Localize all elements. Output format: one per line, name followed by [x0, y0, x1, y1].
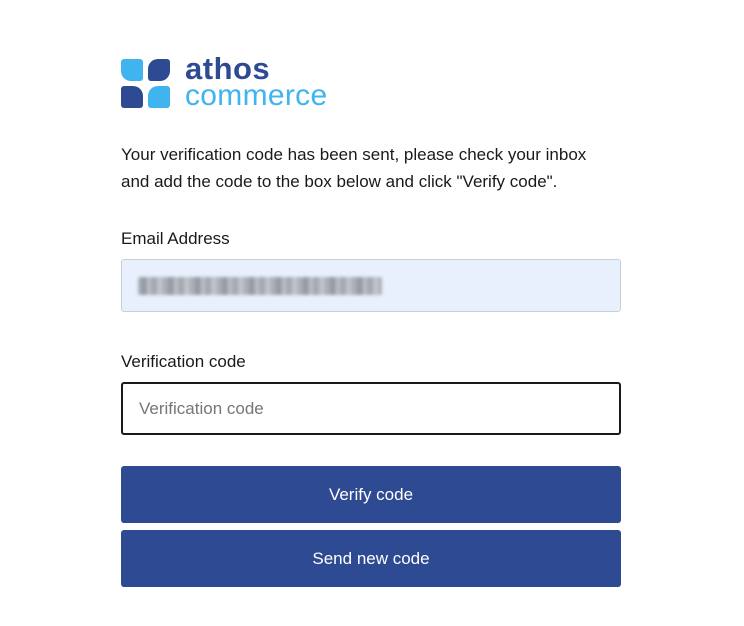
intro-message: Your verification code has been sent, pl… [121, 145, 587, 191]
logo-square-bottom-left [121, 86, 143, 108]
verification-page: athos commerce Your verification code ha… [0, 0, 744, 626]
verification-code-input[interactable] [121, 382, 621, 435]
logo-square-bottom-right [148, 86, 170, 108]
logo-square-top-right [148, 59, 170, 81]
email-label: Email Address [121, 229, 230, 248]
logo-wordmark: athos commerce [185, 53, 328, 112]
obscured-email-value [138, 276, 382, 295]
verify-code-button[interactable]: Verify code [121, 466, 621, 523]
logo-word-commerce: commerce [185, 79, 328, 112]
verification-code-label: Verification code [121, 352, 246, 371]
athos-commerce-logo: athos commerce [121, 53, 327, 111]
logo-square-top-left [121, 59, 143, 81]
email-field[interactable] [121, 259, 621, 312]
send-new-code-button[interactable]: Send new code [121, 530, 621, 587]
logo-mark-icon [121, 59, 171, 109]
